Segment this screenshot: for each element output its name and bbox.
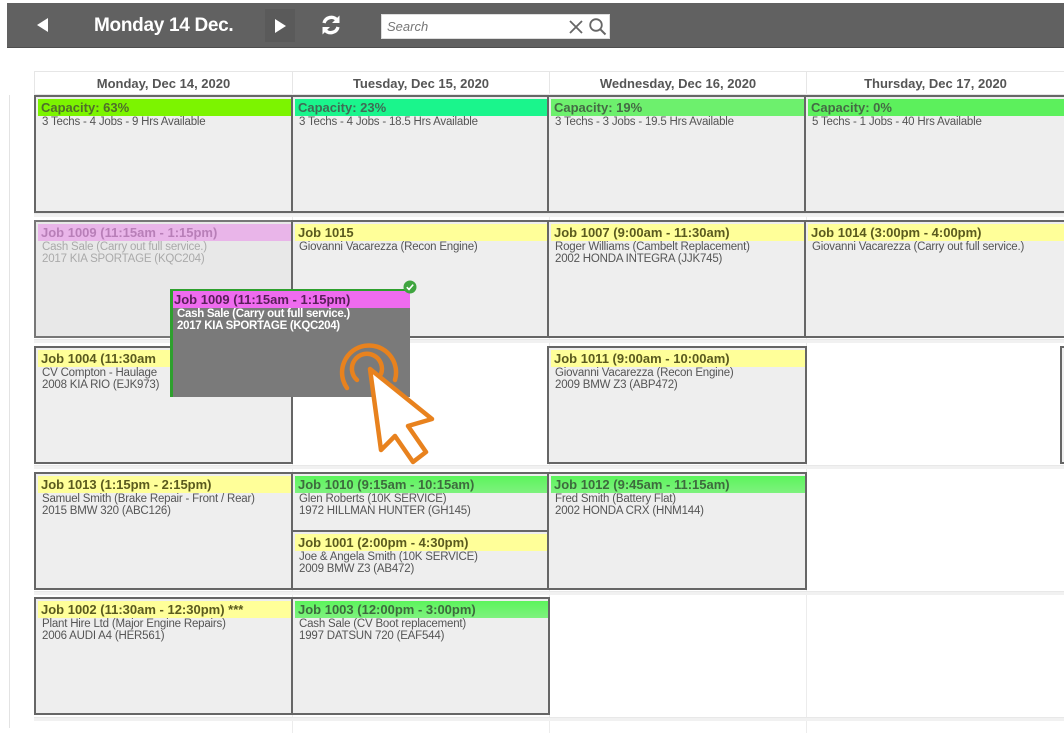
row-divider [34,465,1064,469]
capacity-card-tuesday[interactable]: Capacity: 23% 3 Techs - 4 Jobs - 18.5 Hr… [291,95,550,213]
triangle-right-icon [275,18,286,33]
capacity-title: Capacity: 19% [551,99,805,116]
row-divider [34,591,1064,595]
current-date-title: Monday 14 Dec. [94,15,234,36]
day-header-row: Monday, Dec 14, 2020 Tuesday, Dec 15, 20… [34,71,1064,95]
capacity-summary: 3 Techs - 4 Jobs - 9 Hrs Available [42,116,206,128]
job-vehicle: 1972 HILLMAN HUNTER (GH145) [299,505,471,517]
day-header-tuesday[interactable]: Tuesday, Dec 15, 2020 [292,72,549,94]
job-card-1010[interactable]: Job 1010 (9:15am - 10:15am) Glen Roberts… [291,472,550,532]
job-customer: Cash Sale (CV Boot replacement) [299,618,467,630]
job-card-offscreen[interactable] [1060,346,1064,464]
capacity-title: Capacity: 0% [808,99,1064,116]
job-card-1012[interactable]: Job 1012 (9:45am - 11:15am) Fred Smith (… [547,472,807,590]
job-customer: Joe & Angela Smith (10K SERVICE) [299,551,478,563]
job-title: Job 1003 (12:00pm - 3:00pm) [295,601,548,618]
next-day-button[interactable] [265,9,295,42]
job-vehicle: 2015 BMW 320 (ABC126) [42,505,171,517]
search-button[interactable] [588,17,608,37]
day-header-wednesday[interactable]: Wednesday, Dec 16, 2020 [549,72,806,94]
job-card-1013[interactable]: Job 1013 (1:15pm - 2:15pm) Samuel Smith … [34,472,293,590]
job-vehicle: 2009 BMW Z3 (ABP472) [555,379,678,391]
job-vehicle: 2002 HONDA INTEGRA (JJK745) [555,253,723,265]
job-vehicle: 2006 AUDI A4 (HER561) [42,630,165,642]
toolbar: Monday 14 Dec. [7,3,1064,48]
job-card-1011[interactable]: Job 1011 (9:00am - 10:00am) Giovanni Vac… [547,346,807,464]
clear-search-button[interactable] [567,17,585,37]
job-customer: Plant Hire Ltd (Major Engine Repairs) [42,618,226,630]
dragged-job-card-1009[interactable]: Job 1009 (11:15am - 1:15pm) Cash Sale (C… [170,289,410,397]
job-title: Job 1015 [295,224,548,241]
job-customer: Cash Sale (Carry out full service.) [177,308,350,320]
capacity-title: Capacity: 23% [295,99,548,116]
job-title: Job 1009 (11:15am - 1:15pm) [173,291,410,308]
job-card-1001[interactable]: Job 1001 (2:00pm - 4:30pm) Joe & Angela … [291,530,550,590]
job-title: Job 1007 (9:00am - 11:30am) [551,224,805,241]
job-customer: Cash Sale (Carry out full service.) [42,241,207,253]
job-title: Job 1002 (11:30am - 12:30pm) *** [38,601,291,618]
job-title: Job 1010 (9:15am - 10:15am) [295,476,548,493]
check-circle-icon [403,280,417,294]
left-divider [9,95,10,728]
capacity-card-monday[interactable]: Capacity: 63% 3 Techs - 4 Jobs - 9 Hrs A… [34,95,293,213]
job-customer: Giovanni Vacarezza (Recon Engine) [299,241,478,253]
capacity-card-wednesday[interactable]: Capacity: 19% 3 Techs - 3 Jobs - 19.5 Hr… [547,95,807,213]
capacity-title: Capacity: 63% [38,99,291,116]
search-icon [589,18,607,36]
job-customer: Fred Smith (Battery Flat) [555,493,676,505]
capacity-summary: 3 Techs - 3 Jobs - 19.5 Hrs Available [555,116,734,128]
capacity-summary: 5 Techs - 1 Jobs - 40 Hrs Available [812,116,982,128]
job-title: Job 1001 (2:00pm - 4:30pm) [295,534,548,551]
job-customer: Giovanni Vacarezza (Recon Engine) [555,367,734,379]
day-header-monday[interactable]: Monday, Dec 14, 2020 [34,72,292,94]
refresh-icon [322,15,340,35]
capacity-summary: 3 Techs - 4 Jobs - 18.5 Hrs Available [299,116,478,128]
job-title: Job 1009 (11:15am - 1:15pm) [38,224,291,241]
job-vehicle: 2017 KIA SPORTAGE (KQC204) [177,320,340,332]
job-card-1003[interactable]: Job 1003 (12:00pm - 3:00pm) Cash Sale (C… [291,597,550,715]
job-vehicle: 2017 KIA SPORTAGE (KQC204) [42,253,205,265]
job-vehicle: 2009 BMW Z3 (AB472) [299,563,415,575]
job-title: Job 1013 (1:15pm - 2:15pm) [38,476,291,493]
job-vehicle: 1997 DATSUN 720 (EAF544) [299,630,445,642]
job-customer: Giovanni Vacarezza (Carry out full servi… [812,241,1025,253]
search-input[interactable] [387,17,557,36]
refresh-button[interactable] [313,3,349,47]
row-divider [34,213,1064,217]
job-card-1002[interactable]: Job 1002 (11:30am - 12:30pm) *** Plant H… [34,597,293,715]
job-title: Job 1012 (9:45am - 11:15am) [551,476,805,493]
job-card-1007[interactable]: Job 1007 (9:00am - 11:30am) Roger Willia… [547,220,807,338]
search-box [381,14,610,39]
job-vehicle: 2002 HONDA CRX (HNM144) [555,505,704,517]
row-divider [34,717,1064,721]
triangle-left-icon [37,18,48,32]
job-customer: Roger Williams (Cambelt Replacement) [555,241,750,253]
job-card-1014[interactable]: Job 1014 (3:00pm - 4:00pm) Giovanni Vaca… [804,220,1064,338]
job-title: Job 1014 (3:00pm - 4:00pm) [808,224,1064,241]
job-customer: Glen Roberts (10K SERVICE) [299,493,447,505]
job-customer: Samuel Smith (Brake Repair - Front / Rea… [42,493,255,505]
close-icon [569,20,583,34]
job-title: Job 1011 (9:00am - 10:00am) [551,350,805,367]
day-header-thursday[interactable]: Thursday, Dec 17, 2020 [806,72,1064,94]
previous-day-button[interactable] [29,3,57,47]
capacity-card-thursday[interactable]: Capacity: 0% 5 Techs - 1 Jobs - 40 Hrs A… [804,95,1064,213]
